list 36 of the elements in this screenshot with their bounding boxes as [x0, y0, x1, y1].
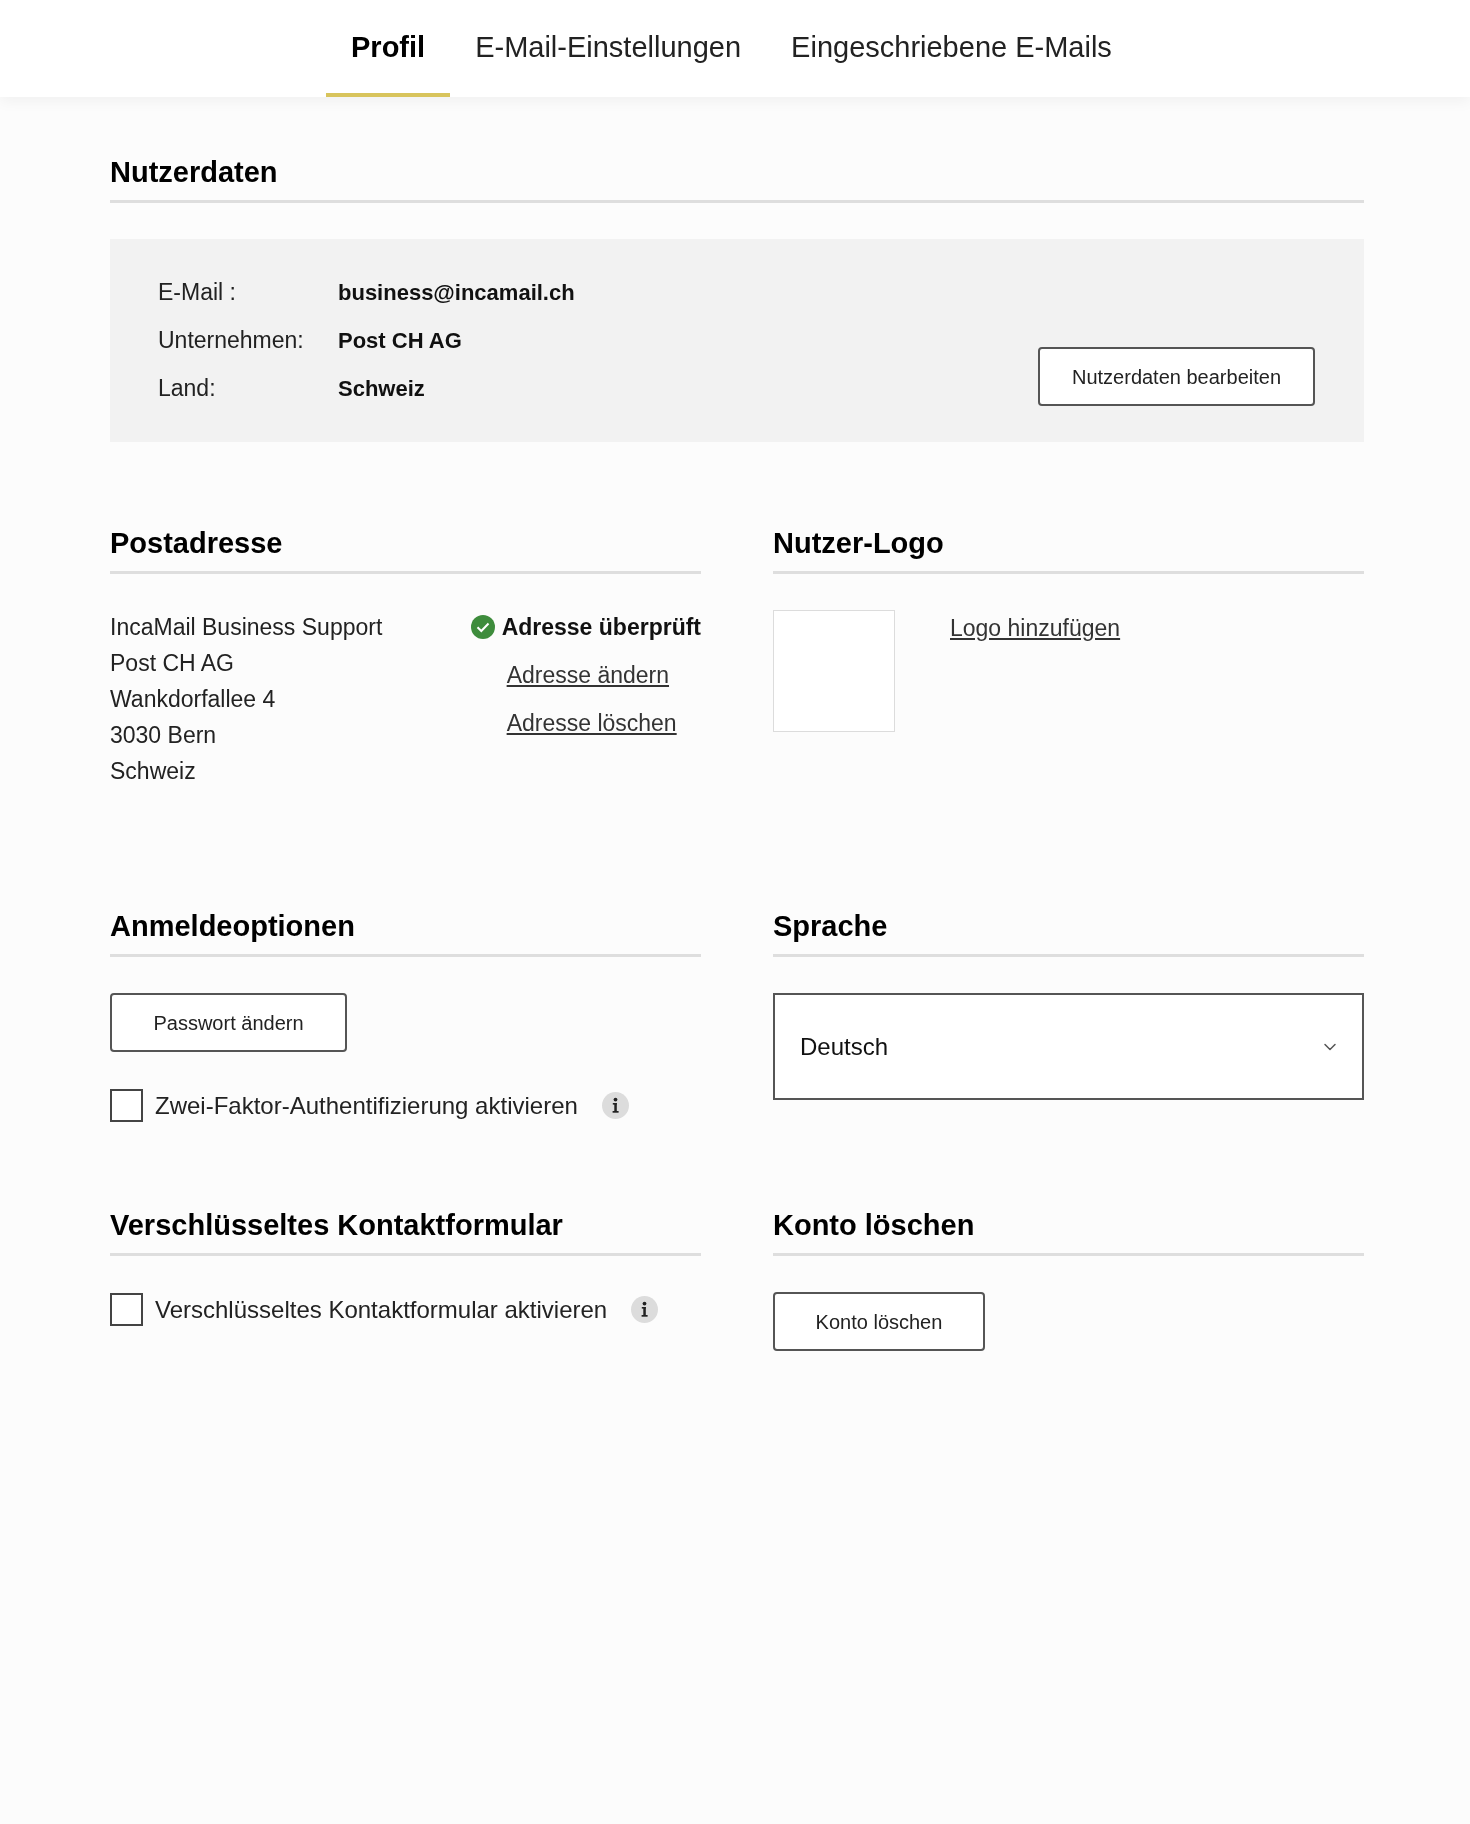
- tab[interactable]: Profil: [326, 0, 451, 97]
- language-select[interactable]: Deutsch: [773, 993, 1364, 1100]
- field-label: Land:: [158, 373, 217, 403]
- outline-button[interactable]: Nutzerdaten bearbeiten: [1038, 347, 1315, 406]
- address-line: Wankdorfallee 4: [110, 685, 277, 714]
- section-heading: Sprache: [773, 909, 889, 944]
- checkbox[interactable]: [110, 1293, 143, 1326]
- field-label: Unternehmen:: [158, 325, 305, 355]
- field-label: E-Mail :: [158, 277, 237, 307]
- check-circle-icon: [470, 615, 495, 639]
- section-heading: Anmeldeoptionen: [110, 909, 356, 944]
- tab[interactable]: Eingeschriebene E-Mails: [766, 0, 1137, 97]
- outline-button[interactable]: Konto löschen: [773, 1292, 985, 1351]
- address-line: Post CH AG: [110, 649, 235, 678]
- address-line: 3030 Bern: [110, 721, 218, 750]
- info-icon[interactable]: [631, 1296, 659, 1323]
- text-link[interactable]: Adresse ändern: [506, 657, 669, 693]
- checkbox-label[interactable]: Zwei-Faktor-Authentifizierung aktivieren: [155, 1089, 578, 1122]
- tab[interactable]: E-Mail-Einstellungen: [450, 0, 767, 97]
- address-line: Schweiz: [110, 757, 197, 786]
- info-icon[interactable]: [601, 1092, 629, 1119]
- field-value: Schweiz: [338, 374, 425, 403]
- field-value: business@incamail.ch: [338, 278, 575, 307]
- outline-button[interactable]: Passwort ändern: [110, 993, 347, 1052]
- section-heading: Verschlüsseltes Kontaktformular: [110, 1208, 564, 1243]
- field-value: Post CH AG: [338, 326, 462, 355]
- text-link[interactable]: Logo hinzufügen: [950, 610, 1121, 646]
- section-heading: Konto löschen: [773, 1208, 976, 1243]
- address-status: Adresse überprüft: [501, 612, 701, 642]
- checkbox-label[interactable]: Verschlüsseltes Kontaktformular aktivieren: [155, 1293, 608, 1326]
- section-heading: Postadresse: [110, 526, 284, 561]
- address-line: IncaMail Business Support: [110, 613, 383, 642]
- section-heading: Nutzerdaten: [110, 155, 279, 190]
- section-heading: Nutzer-Logo: [773, 526, 945, 561]
- checkbox[interactable]: [110, 1089, 143, 1122]
- text-link[interactable]: Adresse löschen: [506, 705, 677, 741]
